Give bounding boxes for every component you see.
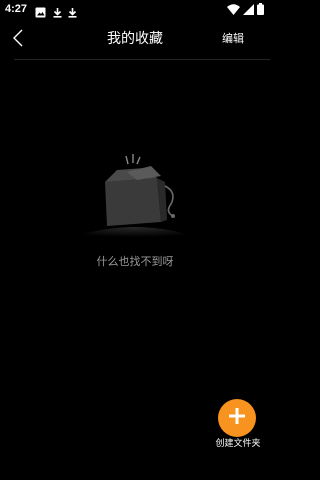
signal-icon <box>243 0 254 19</box>
status-bar: 4:27 <box>0 0 270 20</box>
empty-box-icon <box>65 152 205 244</box>
status-time: 4:27 <box>5 3 28 15</box>
battery-icon <box>257 0 264 19</box>
top-bar: 我的收藏 编辑 <box>0 20 270 60</box>
create-folder-button[interactable] <box>218 399 256 437</box>
download-icon <box>67 3 78 18</box>
empty-state-message: 什么也找不到呀 <box>96 255 174 268</box>
header-divider <box>14 59 270 60</box>
edit-button[interactable]: 编辑 <box>222 31 244 47</box>
image-icon <box>35 3 46 18</box>
status-indicators <box>227 2 264 15</box>
create-folder-label: 创建文件夹 <box>215 439 261 449</box>
wifi-icon <box>227 0 240 19</box>
download-icon <box>52 3 63 18</box>
plus-icon <box>228 407 246 429</box>
